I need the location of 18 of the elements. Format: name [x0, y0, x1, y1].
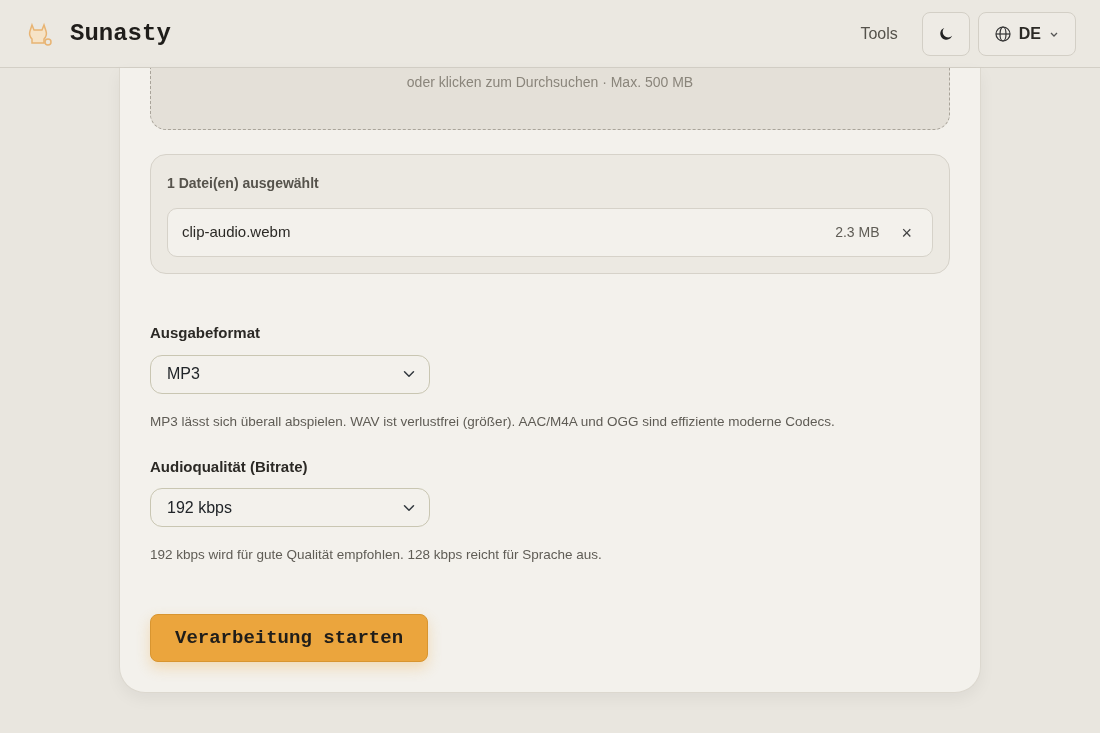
theme-toggle-button[interactable] — [921, 11, 970, 56]
drop-hint: oder klicken zum Durchsuchen · Max. 500 MB — [406, 73, 694, 92]
moon-icon — [938, 27, 953, 42]
tools-link[interactable]: Tools — [860, 21, 898, 46]
dropdown-select[interactable]: 192 kbps — [150, 488, 430, 528]
brand-name: Sunasty — [70, 18, 171, 49]
remove-file-button[interactable]: × — [895, 223, 918, 242]
dropdown-select[interactable]: MP3 — [150, 354, 430, 394]
file-size: 2.3 MB — [835, 223, 880, 242]
selected-files-title: 1 Datei(en) ausgewählt — [167, 174, 320, 193]
file-name: clip-audio.webm — [182, 222, 291, 243]
help-text: MP3 lässt sich überall abspielen. WAV ist verlustfrei (größer). AAC/M4A und OGG sind effiziente moderne Codecs. — [150, 412, 836, 431]
field-label: Ausgabeformat — [150, 323, 262, 343]
globe-icon — [994, 25, 1011, 42]
start-button[interactable]: Verarbeitung starten — [150, 613, 429, 662]
help-text: 192 kbps wird für gute Qualität empfohlen. 128 kbps reicht für Sprache aus. — [150, 546, 603, 565]
field-label: Audioqualität (Bitrate) — [150, 456, 309, 477]
language-button[interactable]: DE — [977, 11, 1076, 56]
